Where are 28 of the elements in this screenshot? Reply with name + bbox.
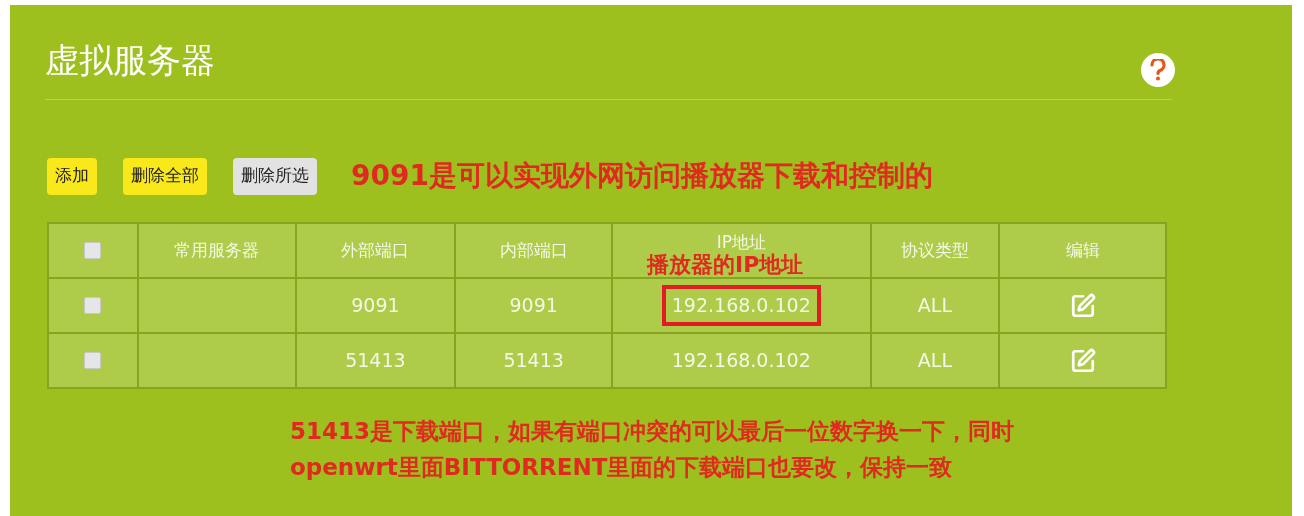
annotation-text: 51413是下载端口，如果有端口冲突的可以最后一位数字换一下，同时 <box>290 417 1016 445</box>
table-cell-text: ALL <box>917 293 952 319</box>
annotation-text: 播放器的IP地址 <box>647 251 804 279</box>
annotation-text: openwrt里面BITTORRENT里面的下载端口也要改，保持一致 <box>290 453 954 481</box>
column-header: 编辑 <box>1065 238 1100 262</box>
table-cell-text: 51413 <box>503 348 564 374</box>
table-cell-text: 192.168.0.102 <box>670 348 812 374</box>
column-header: 协议类型 <box>900 238 969 262</box>
table-cell-text: 9091 <box>351 293 400 319</box>
help-icon[interactable] <box>1141 53 1175 87</box>
action-button[interactable]: 删除所选 <box>233 157 317 195</box>
edit-icon[interactable] <box>1069 292 1096 319</box>
column-header: IP地址 <box>716 231 766 253</box>
checkbox[interactable] <box>84 297 102 314</box>
column-header: 常用服务器 <box>174 238 260 262</box>
column-header: 内部端口 <box>499 238 568 262</box>
action-button[interactable]: 添加 <box>47 157 97 195</box>
action-button[interactable]: 删除全部 <box>123 157 207 195</box>
annotation-text: 9091是可以实现外网访问播放器下载和控制的 <box>351 158 933 194</box>
page-title: 虚拟服务器 <box>45 43 215 77</box>
checkbox[interactable] <box>84 352 102 369</box>
table-cell-text: 9091 <box>509 293 558 319</box>
column-header: 外部端口 <box>341 238 410 262</box>
edit-icon[interactable] <box>1069 347 1096 374</box>
highlighted-ip-address: 192.168.0.102 <box>661 285 821 326</box>
table-cell-text: 51413 <box>345 348 406 374</box>
checkbox[interactable] <box>84 242 102 259</box>
table-cell-text: ALL <box>917 348 952 374</box>
